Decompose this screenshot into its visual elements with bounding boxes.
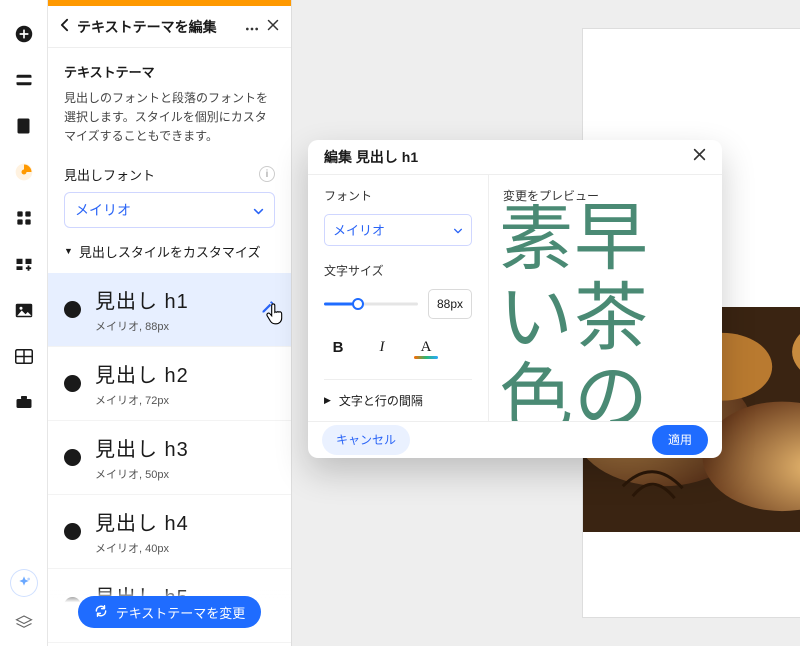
chevron-down-icon	[453, 222, 463, 237]
change-theme-label: テキストテーマを変更	[116, 603, 246, 622]
heading-name: 見出し h1	[95, 285, 246, 314]
triangle-down-icon: ▼	[64, 246, 73, 256]
heading-name: 見出し h4	[95, 507, 275, 536]
panel-header: テキストテーマを編集	[48, 6, 291, 48]
heading-meta: メイリオ, 72px	[95, 392, 275, 408]
rail-ai-icon[interactable]	[11, 570, 37, 596]
rail-business-icon[interactable]	[12, 390, 36, 414]
left-rail	[0, 0, 48, 646]
more-icon[interactable]	[245, 19, 259, 34]
heading-name: 見出し h3	[95, 433, 275, 462]
size-label: 文字サイズ	[324, 262, 472, 279]
heading-row[interactable]: 見出し h4 メイリオ, 40px	[48, 495, 291, 569]
color-dot-icon	[64, 301, 81, 318]
text-theme-panel: テキストテーマを編集 テキストテーマ 見出しのフォントと段落のフォントを選択しま…	[48, 0, 292, 646]
apply-label: 適用	[668, 433, 692, 447]
rail-add-icon[interactable]	[12, 22, 36, 46]
section-description: 見出しのフォントと段落のフォントを選択します。スタイルを個別にカスタマイズするこ…	[64, 89, 275, 147]
heading-row[interactable]: 見出し h3 メイリオ, 50px	[48, 421, 291, 495]
back-icon[interactable]	[60, 18, 69, 35]
section-title: テキストテーマ	[64, 62, 275, 81]
rail-layers-icon[interactable]	[12, 610, 36, 634]
rail-theme-icon[interactable]	[12, 160, 36, 184]
change-theme-button[interactable]: テキストテーマを変更	[78, 596, 262, 628]
info-icon[interactable]: i	[259, 166, 275, 182]
rail-apps-icon[interactable]	[12, 206, 36, 230]
heading-row[interactable]: 見出し h2 メイリオ, 72px	[48, 347, 291, 421]
slider-thumb-icon[interactable]	[352, 298, 364, 310]
text-color-button[interactable]: A	[412, 335, 440, 361]
size-value: 88px	[437, 297, 463, 311]
size-slider[interactable]	[324, 296, 418, 312]
rail-page-icon[interactable]	[12, 114, 36, 138]
bold-button[interactable]: B	[324, 335, 352, 361]
close-icon[interactable]	[267, 19, 279, 34]
preview-text: 素早 い茶 色の	[499, 204, 649, 421]
font-label: フォント	[324, 187, 472, 204]
heading-meta: メイリオ, 40px	[95, 540, 275, 556]
edit-heading-popover: 編集 見出し h1 フォント メイリオ 文字サイズ	[308, 140, 722, 458]
panel-title: テキストテーマを編集	[77, 17, 237, 37]
spacing-label: 文字と行の間隔	[339, 392, 423, 409]
italic-button[interactable]: I	[368, 335, 396, 361]
customize-styles-toggle[interactable]: ▼ 見出しスタイルをカスタマイズ	[64, 242, 275, 261]
preview-label: 変更をプレビュー	[489, 175, 722, 204]
heading-font-select[interactable]: メイリオ	[64, 192, 275, 228]
rail-image-icon[interactable]	[12, 298, 36, 322]
rail-section-icon[interactable]	[12, 68, 36, 92]
font-select[interactable]: メイリオ	[324, 214, 472, 246]
edit-icon[interactable]	[260, 300, 275, 318]
color-dot-icon	[64, 449, 81, 466]
font-value: メイリオ	[333, 220, 385, 239]
color-dot-icon	[64, 523, 81, 540]
popover-close-icon[interactable]	[693, 148, 706, 166]
heading-meta: メイリオ, 88px	[95, 318, 246, 334]
rail-table-icon[interactable]	[12, 344, 36, 368]
cancel-label: キャンセル	[336, 433, 396, 447]
heading-font-value: メイリオ	[75, 200, 131, 220]
popover-preview-pane: 変更をプレビュー 素早 い茶 色の	[488, 175, 722, 421]
rail-plugin-icon[interactable]	[12, 252, 36, 276]
size-value-box[interactable]: 88px	[428, 289, 472, 319]
customize-label: 見出しスタイルをカスタマイズ	[79, 242, 261, 261]
color-dot-icon	[64, 375, 81, 392]
popover-controls: フォント メイリオ 文字サイズ 88px	[308, 175, 488, 421]
spacing-toggle[interactable]: ▶ 文字と行の間隔	[324, 379, 472, 409]
popover-title: 編集 見出し h1	[324, 147, 418, 167]
heading-font-label: 見出しフォント	[64, 165, 155, 184]
heading-meta: メイリオ, 50px	[95, 466, 275, 482]
heading-row[interactable]: 見出し h6	[48, 643, 291, 646]
chevron-down-icon	[253, 202, 264, 218]
refresh-icon	[94, 604, 108, 621]
heading-row[interactable]: 見出し h1 メイリオ, 88px	[48, 273, 291, 347]
apply-button[interactable]: 適用	[652, 425, 708, 455]
cancel-button[interactable]: キャンセル	[322, 425, 410, 455]
heading-name: 見出し h2	[95, 359, 275, 388]
triangle-right-icon: ▶	[324, 395, 331, 406]
